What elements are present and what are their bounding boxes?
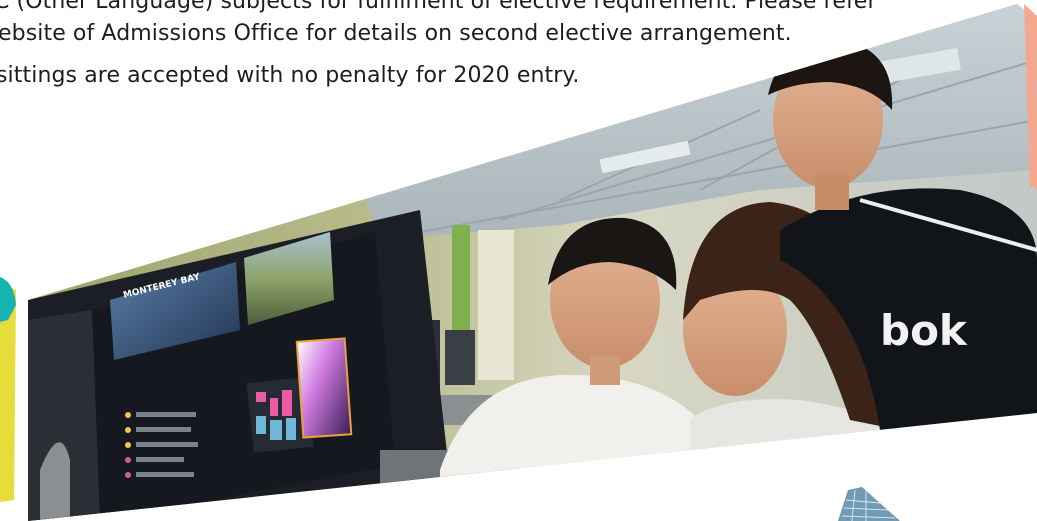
brochure-page: C (Other Language) subjects for fulfilme… (0, 0, 1037, 521)
students-at-computer-photo: MONTEREY BAY bok (28, 4, 1037, 521)
shirt-logo-text: bok (880, 306, 968, 355)
